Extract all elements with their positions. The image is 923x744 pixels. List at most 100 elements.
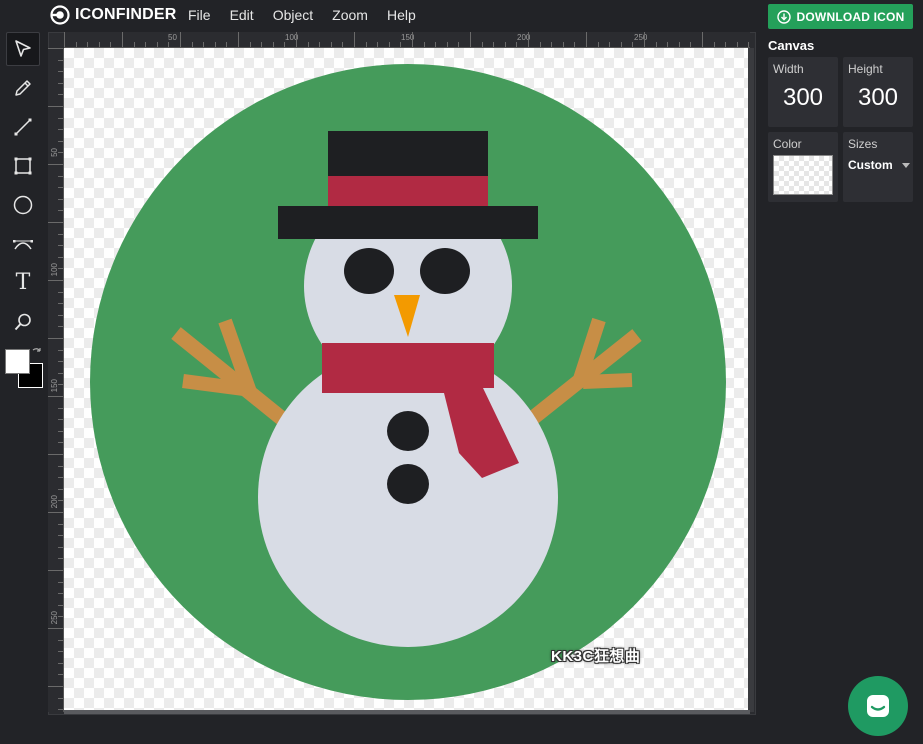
ruler-tick xyxy=(122,32,123,47)
ruler-tick xyxy=(261,42,263,47)
snowman-right-eye[interactable] xyxy=(420,248,470,294)
canvas-color-picker[interactable] xyxy=(773,155,833,195)
line-tool[interactable] xyxy=(6,110,40,144)
ruler-tick xyxy=(48,512,63,513)
ruler-tick xyxy=(551,42,553,47)
bezier-tool[interactable] xyxy=(6,227,40,261)
menu-help[interactable]: Help xyxy=(387,7,416,23)
sizes-dropdown[interactable]: Custom xyxy=(848,156,910,174)
ruler-tick xyxy=(58,593,63,595)
ruler-tick xyxy=(644,32,645,47)
top-bar: ICONFINDER File Edit Object Zoom Help DO… xyxy=(0,0,923,32)
ruler-tick xyxy=(87,42,89,47)
rectangle-icon xyxy=(14,157,32,175)
rectangle-tool[interactable] xyxy=(6,149,40,183)
snowman-artwork[interactable] xyxy=(64,48,750,712)
menu-file[interactable]: File xyxy=(188,7,211,23)
hat-brim[interactable] xyxy=(278,206,538,239)
ruler-tick xyxy=(48,396,63,397)
ruler-tick xyxy=(58,558,63,560)
ruler-tick xyxy=(58,419,63,421)
pencil-tool[interactable] xyxy=(6,71,40,105)
snowman-button-bottom[interactable] xyxy=(387,464,429,504)
color-label: Color xyxy=(773,137,802,151)
ruler-tick xyxy=(678,42,680,47)
ruler-tick xyxy=(388,42,390,47)
ruler-tick xyxy=(58,187,63,189)
sizes-dropdown-value: Custom xyxy=(848,158,893,172)
foreground-color-swatch[interactable] xyxy=(5,349,30,374)
menu-object[interactable]: Object xyxy=(273,7,313,23)
ruler-tick xyxy=(365,42,367,47)
sizes-label: Sizes xyxy=(848,137,878,151)
select-tool[interactable] xyxy=(6,32,40,66)
canvas-color-card: Color xyxy=(768,132,838,202)
vertical-scrollbar[interactable] xyxy=(748,48,754,712)
ruler-tick xyxy=(58,268,63,270)
ellipse-tool[interactable] xyxy=(6,188,40,222)
iconfinder-logo[interactable]: ICONFINDER xyxy=(50,5,177,25)
ruler-tick xyxy=(319,42,321,47)
download-button-label: DOWNLOAD ICON xyxy=(796,9,905,24)
bezier-icon xyxy=(13,240,33,250)
ruler-tick xyxy=(528,32,529,47)
ruler-tick xyxy=(58,256,63,258)
ruler-tick xyxy=(226,42,228,47)
ruler-tick xyxy=(58,198,63,200)
ruler-tick xyxy=(48,48,63,49)
ruler-tick xyxy=(539,42,541,47)
canvas-width-card[interactable]: Width 300 xyxy=(768,57,838,127)
ruler-tick xyxy=(655,42,657,47)
ruler-tick xyxy=(58,709,63,711)
swap-colors-icon[interactable] xyxy=(31,346,43,358)
ruler-tick xyxy=(58,604,63,606)
ruler-tick xyxy=(156,42,158,47)
ruler-tick xyxy=(435,42,437,47)
ruler-tick xyxy=(203,42,205,47)
text-tool[interactable]: T xyxy=(6,266,40,300)
ruler-tick xyxy=(342,42,344,47)
ruler-tick xyxy=(713,42,715,47)
ruler-tick xyxy=(58,651,63,653)
ruler-tick xyxy=(736,42,738,47)
ruler-tick xyxy=(58,697,63,699)
ruler-left-label: 200 xyxy=(50,495,59,509)
chat-icon xyxy=(867,695,889,717)
ruler-tick xyxy=(58,140,63,142)
ruler-tick xyxy=(58,616,63,618)
ruler-tick xyxy=(586,32,587,47)
hat-band[interactable] xyxy=(328,176,488,206)
canvas-height-card[interactable]: Height 300 xyxy=(843,57,913,127)
watermark-text: KK3C狂想曲 xyxy=(551,648,641,665)
height-value[interactable]: 300 xyxy=(843,84,913,112)
text-icon: T xyxy=(15,270,31,295)
menu-edit[interactable]: Edit xyxy=(230,7,254,23)
snowman-left-eye[interactable] xyxy=(344,248,394,294)
horizontal-scrollbar[interactable] xyxy=(64,710,750,714)
brand-name: ICONFINDER xyxy=(75,6,177,23)
ruler-tick xyxy=(58,581,63,583)
zoom-icon xyxy=(14,313,31,331)
ruler-tick xyxy=(58,94,63,96)
chat-support-button[interactable] xyxy=(848,676,908,736)
ruler-tick xyxy=(58,465,63,467)
download-icon-button[interactable]: DOWNLOAD ICON xyxy=(768,4,913,29)
canvas-panel-title: Canvas xyxy=(768,38,815,53)
ruler-tick xyxy=(562,42,564,47)
ruler-tick xyxy=(690,42,692,47)
zoom-tool[interactable] xyxy=(6,305,40,339)
pencil-icon xyxy=(15,80,31,96)
canvas-sizes-card: Sizes Custom xyxy=(843,132,913,202)
ruler-tick xyxy=(377,42,379,47)
snowman-button-top[interactable] xyxy=(387,411,429,451)
download-circle-icon xyxy=(776,9,791,24)
ruler-tick xyxy=(609,42,611,47)
ruler-tick xyxy=(145,42,147,47)
ruler-tick xyxy=(58,245,63,247)
app-window: ICONFINDER File Edit Object Zoom Help DO… xyxy=(0,0,923,744)
ruler-top-label: 50 xyxy=(168,33,177,42)
ruler-tick xyxy=(458,42,460,47)
width-value[interactable]: 300 xyxy=(768,84,838,112)
menu-zoom[interactable]: Zoom xyxy=(332,7,368,23)
ruler-tick xyxy=(58,349,63,351)
